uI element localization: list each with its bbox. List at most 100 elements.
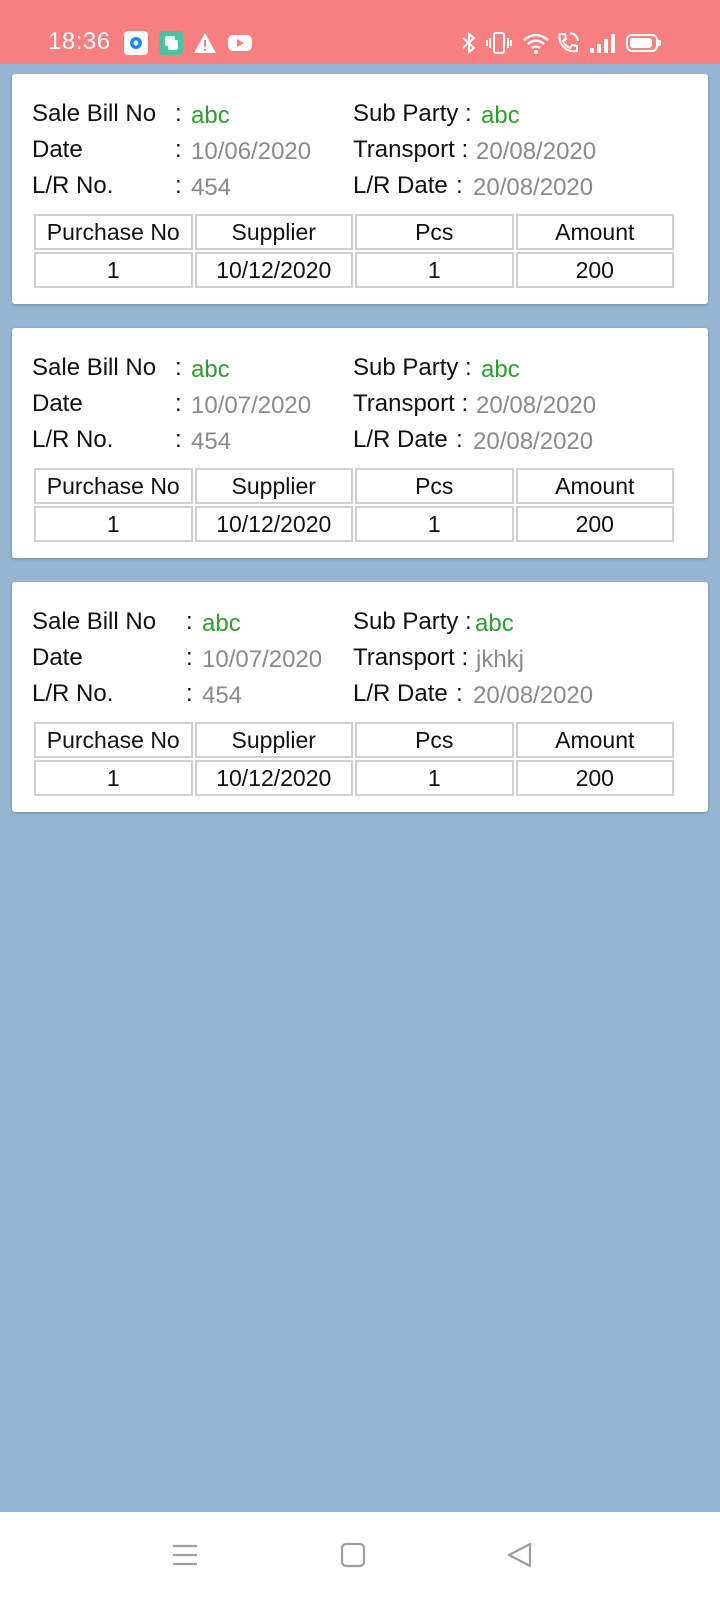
sale-bill-no-value: abc: [202, 610, 241, 637]
date-value: 10/06/2020: [191, 138, 312, 165]
cell-supplier: 10/12/2020: [194, 252, 353, 288]
navigation-bar: [0, 1512, 720, 1600]
column-header-pcs: Pcs: [355, 468, 514, 504]
lr-no-label: L/R No.: [32, 426, 114, 453]
lr-date-value: 20/08/2020: [473, 174, 594, 201]
status-time: 18:36: [48, 28, 111, 55]
column-header-pcs: Pcs: [355, 214, 514, 250]
lr-no-value: 454: [191, 428, 232, 455]
sub-party-label: Sub Party :: [353, 354, 472, 381]
lr-date-label: L/R Date: [353, 172, 448, 199]
transport-label: Transport :: [353, 644, 469, 671]
table-header-row: Purchase No Supplier Pcs Amount: [34, 214, 674, 250]
column-header-amount: Amount: [515, 722, 674, 758]
cell-purchase-no: 1: [34, 506, 193, 542]
lr-date-colon: :: [456, 172, 463, 199]
cell-supplier: 10/12/2020: [194, 506, 353, 542]
cell-pcs: 1: [355, 506, 514, 542]
home-icon[interactable]: [340, 1542, 366, 1573]
lr-no-colon: :: [186, 680, 193, 707]
warning-icon: [193, 31, 217, 60]
column-header-purchase-no: Purchase No: [34, 722, 193, 758]
date-colon: :: [175, 136, 182, 163]
bluetooth-icon: [460, 31, 478, 60]
vibrate-icon: [486, 31, 512, 60]
cell-amount: 200: [515, 760, 674, 796]
table-row: 1 10/12/2020 1 200: [34, 252, 674, 288]
column-header-amount: Amount: [515, 214, 674, 250]
cell-purchase-no: 1: [34, 252, 193, 288]
sub-party-value: abc: [475, 610, 514, 637]
date-colon: :: [175, 390, 182, 417]
lr-date-colon: :: [456, 680, 463, 707]
lr-no-value: 454: [202, 682, 243, 709]
column-header-pcs: Pcs: [355, 722, 514, 758]
back-icon[interactable]: [506, 1542, 532, 1573]
lr-no-colon: :: [175, 426, 182, 453]
lr-no-label: L/R No.: [32, 172, 114, 199]
purchase-table: Purchase No Supplier Pcs Amount 1 10/12/…: [32, 212, 676, 290]
location-app-icon: [124, 31, 148, 60]
lr-date-label: L/R Date: [353, 426, 448, 453]
sale-bill-no-label: Sale Bill No: [32, 608, 157, 635]
sale-bill-no-colon: :: [186, 608, 193, 635]
menu-icon[interactable]: [172, 1542, 198, 1573]
column-header-supplier: Supplier: [194, 468, 353, 504]
lr-date-value: 20/08/2020: [473, 428, 594, 455]
lr-date-colon: :: [456, 426, 463, 453]
sub-party-label: Sub Party :: [353, 608, 472, 635]
table-header-row: Purchase No Supplier Pcs Amount: [34, 722, 674, 758]
column-header-supplier: Supplier: [194, 722, 353, 758]
cell-amount: 200: [515, 506, 674, 542]
battery-icon: [626, 31, 662, 60]
sale-bill-card[interactable]: Sale Bill No : abc Date : 10/07/2020 L/R…: [12, 582, 708, 812]
cell-purchase-no: 1: [34, 760, 193, 796]
date-label: Date: [32, 136, 83, 163]
transport-value: 20/08/2020: [476, 392, 597, 419]
lr-no-colon: :: [175, 172, 182, 199]
purchase-table: Purchase No Supplier Pcs Amount 1 10/12/…: [32, 466, 676, 544]
table-row: 1 10/12/2020 1 200: [34, 506, 674, 542]
purchase-table: Purchase No Supplier Pcs Amount 1 10/12/…: [32, 720, 676, 798]
sub-party-value: abc: [481, 102, 520, 129]
lr-date-label: L/R Date: [353, 680, 448, 707]
sale-bill-no-value: abc: [191, 102, 230, 129]
sale-bill-no-label: Sale Bill No: [32, 354, 157, 381]
transport-value: jkhkj: [476, 646, 525, 673]
lr-no-value: 454: [191, 174, 232, 201]
cell-pcs: 1: [355, 760, 514, 796]
sub-party-label: Sub Party :: [353, 100, 472, 127]
date-label: Date: [32, 644, 83, 671]
table-row: 1 10/12/2020 1 200: [34, 760, 674, 796]
lr-no-label: L/R No.: [32, 680, 114, 707]
sale-bill-no-value: abc: [191, 356, 230, 383]
sale-bill-card[interactable]: Sale Bill No : abc Date : 10/06/2020 L/R…: [12, 74, 708, 304]
cell-amount: 200: [515, 252, 674, 288]
transport-value: 20/08/2020: [476, 138, 597, 165]
cell-pcs: 1: [355, 252, 514, 288]
cell-supplier: 10/12/2020: [194, 760, 353, 796]
sub-party-value: abc: [481, 356, 520, 383]
transport-label: Transport :: [353, 390, 469, 417]
column-header-purchase-no: Purchase No: [34, 468, 193, 504]
date-value: 10/07/2020: [191, 392, 312, 419]
date-colon: :: [186, 644, 193, 671]
column-header-supplier: Supplier: [194, 214, 353, 250]
signal-icon: [589, 31, 617, 60]
date-value: 10/07/2020: [202, 646, 323, 673]
sale-bill-no-label: Sale Bill No: [32, 100, 157, 127]
table-header-row: Purchase No Supplier Pcs Amount: [34, 468, 674, 504]
column-header-amount: Amount: [515, 468, 674, 504]
date-label: Date: [32, 390, 83, 417]
wifi-calling-icon: [556, 31, 580, 60]
sale-bill-no-colon: :: [175, 100, 182, 127]
youtube-icon: [227, 31, 253, 60]
sale-bill-card[interactable]: Sale Bill No : abc Date : 10/07/2020 L/R…: [12, 328, 708, 558]
lr-date-value: 20/08/2020: [473, 682, 594, 709]
status-bar: 18:36: [0, 0, 720, 64]
transport-label: Transport :: [353, 136, 469, 163]
sale-bill-no-colon: :: [175, 354, 182, 381]
wifi-icon: [522, 31, 550, 60]
chat-app-icon: [159, 31, 183, 60]
column-header-purchase-no: Purchase No: [34, 214, 193, 250]
